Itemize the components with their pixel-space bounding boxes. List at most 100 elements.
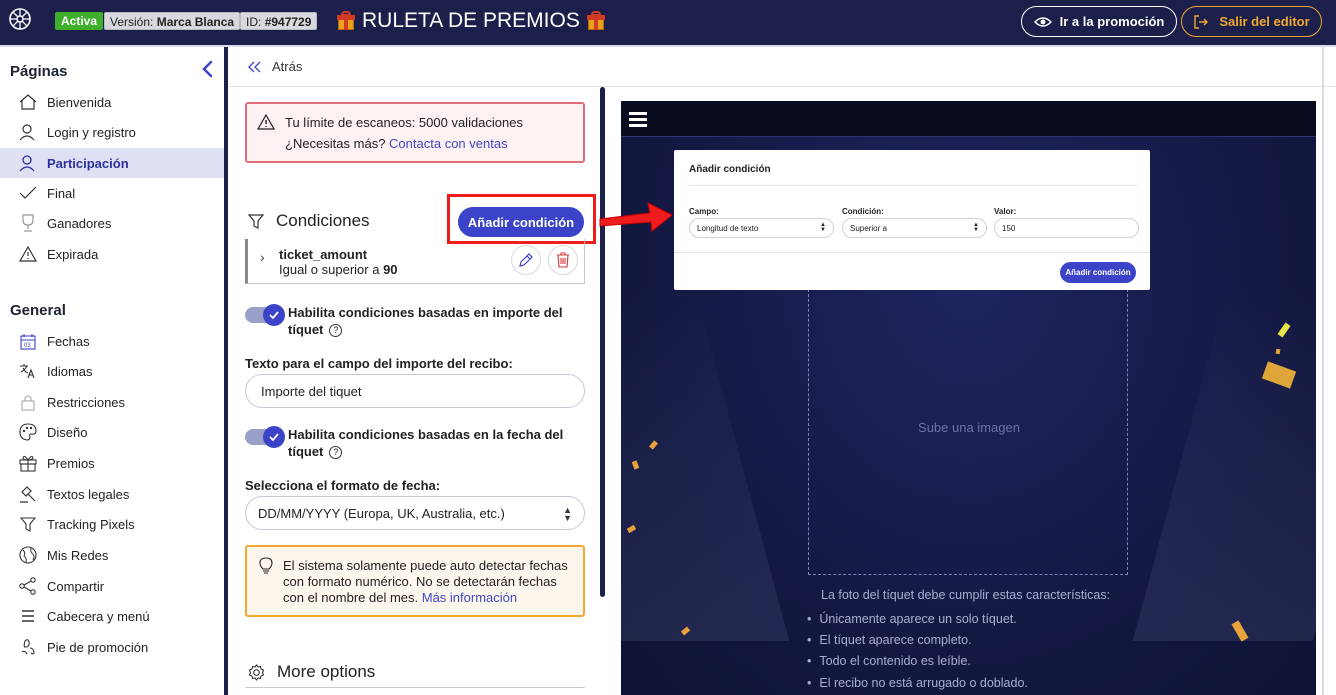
edit-condition-button[interactable]: [511, 245, 541, 275]
value-input[interactable]: 150: [994, 218, 1139, 238]
globe-icon: [18, 545, 38, 565]
hamburger-menu-icon[interactable]: [629, 112, 647, 127]
date-conditions-toggle[interactable]: [245, 426, 285, 448]
condition-row[interactable]: › ticket_amount Igual o superior a 90: [245, 239, 585, 284]
sidebar-item-final[interactable]: Final: [0, 178, 224, 208]
sidebar-item-textos-legales[interactable]: Textos legales: [0, 479, 224, 509]
add-condition-modal: Añadir condición Campo: Longitud de text…: [674, 150, 1150, 290]
id-badge: ID: #947729: [240, 12, 318, 30]
svg-text:03: 03: [24, 343, 31, 349]
gift-icon: [336, 11, 356, 31]
help-icon[interactable]: ?: [329, 446, 343, 460]
editor-panel: Atrás Tu límite de escaneos: 5000 valida…: [228, 47, 1336, 695]
amount-field-input[interactable]: Importe del tiquet: [245, 374, 585, 408]
date-detection-note: El sistema solamente puede auto detectar…: [245, 545, 585, 617]
sidebar-item-cabecera-menu[interactable]: Cabecera y menú: [0, 601, 224, 631]
alert-prefix: ¿Necesitas más?: [285, 136, 386, 151]
annotation-arrow: [599, 202, 673, 232]
sidebar-item-bienvenida[interactable]: Bienvenida: [0, 87, 224, 117]
delete-condition-button[interactable]: [548, 245, 578, 275]
collapse-sidebar-icon[interactable]: [200, 59, 216, 79]
sidebar-item-pie-promocion[interactable]: Pie de promoción: [0, 632, 224, 662]
sidebar-item-label: Fechas: [47, 333, 90, 349]
preview-header: [621, 101, 1316, 137]
share-icon: [18, 576, 38, 596]
lightbulb-icon: [259, 557, 273, 574]
exit-editor-button[interactable]: Salir del editor: [1181, 6, 1322, 37]
sidebar-item-label: Premios: [47, 455, 95, 471]
pencil-icon: [519, 253, 533, 267]
warning-icon: [18, 244, 38, 264]
sidebar-item-label: Restricciones: [47, 394, 126, 410]
spotlight-beam: [1132, 281, 1316, 641]
requirements-title: La foto del tíquet debe cumplir estas ca…: [821, 588, 1111, 602]
field-select[interactable]: Longitud de texto ▲ ▼: [689, 218, 834, 238]
condition-value: 90: [383, 262, 398, 277]
gavel-icon: [18, 484, 38, 504]
sidebar-item-diseno[interactable]: Diseño: [0, 417, 224, 447]
version-value: Marca Blanca: [156, 15, 235, 29]
trophy-icon: [18, 213, 38, 233]
sidebar-item-label: Final: [47, 185, 76, 201]
sidebar-item-fechas[interactable]: 03 Fechas: [0, 326, 224, 356]
top-bar: Activa Versión: Marca Blanca ID: #947729…: [0, 0, 1336, 47]
help-icon[interactable]: ?: [329, 324, 343, 338]
sidebar-item-label: Cabecera y menú: [47, 608, 150, 624]
amount-field-label: Texto para el campo del importe del reci…: [245, 356, 513, 371]
modal-add-condition-button[interactable]: Añadir condición: [1060, 262, 1136, 283]
conditions-heading: Condiciones: [248, 211, 370, 231]
sidebar-item-label: Diseño: [47, 424, 88, 440]
version-badge: Versión: Marca Blanca: [104, 12, 241, 30]
select-caret-icon: ▲ ▼: [563, 505, 572, 523]
more-options-section[interactable]: More options: [248, 662, 375, 682]
date-conditions-toggle-row: Habilita condiciones basadas en la fecha…: [245, 426, 590, 460]
highlight-box: Añadir condición: [447, 194, 596, 244]
amount-conditions-toggle[interactable]: [245, 304, 285, 326]
sidebar-item-premios[interactable]: Premios: [0, 448, 224, 478]
sidebar-item-idiomas[interactable]: Idiomas: [0, 356, 224, 386]
sidebar-item-compartir[interactable]: Compartir: [0, 571, 224, 601]
back-button[interactable]: Atrás: [248, 59, 302, 74]
sidebar-item-login[interactable]: Login y registro: [0, 117, 224, 147]
contact-sales-link[interactable]: Contacta con ventas: [389, 136, 508, 151]
filter-icon: [248, 214, 264, 229]
filter-icon: [18, 514, 38, 534]
field-label: Campo:: [689, 207, 719, 216]
go-to-promotion-label: Ir a la promoción: [1059, 14, 1165, 29]
check-icon: [18, 183, 38, 203]
warning-icon: [257, 114, 275, 130]
translate-icon: [18, 361, 38, 381]
sidebar-item-expirada[interactable]: Expirada: [0, 239, 224, 269]
chevron-right-icon[interactable]: ›: [260, 249, 265, 265]
user-icon: [18, 122, 38, 142]
menu-icon: [18, 606, 38, 626]
upload-prompt: Sube una imagen: [918, 420, 1020, 435]
modal-title: Añadir condición: [689, 164, 771, 175]
divider: [245, 687, 585, 688]
sidebar-item-restricciones[interactable]: Restricciones: [0, 387, 224, 417]
sidebar-item-label: Bienvenida: [47, 94, 112, 110]
roulette-logo-icon[interactable]: [9, 8, 31, 30]
image-upload-area[interactable]: Sube una imagen: [808, 289, 1128, 575]
condition-select[interactable]: Superior a ▲ ▼: [842, 218, 987, 238]
sidebar-item-label: Participación: [47, 155, 129, 171]
lock-icon: [18, 392, 38, 412]
value-label: Valor:: [994, 207, 1017, 216]
modal-divider: [674, 252, 1150, 253]
sidebar-item-ganadores[interactable]: Ganadores: [0, 208, 224, 238]
sidebar-item-participacion[interactable]: Participación: [0, 148, 224, 178]
go-to-promotion-button[interactable]: Ir a la promoción: [1021, 6, 1177, 37]
add-condition-button[interactable]: Añadir condición: [458, 207, 584, 237]
requirement-item: El recibo no está arrugado o doblado.: [807, 676, 1027, 690]
check-icon: [269, 433, 279, 441]
more-info-link[interactable]: Más información: [422, 590, 517, 605]
date-format-select[interactable]: DD/MM/YYYY (Europa, UK, Australia, etc.)…: [245, 496, 585, 530]
sidebar-item-mis-redes[interactable]: Mis Redes: [0, 540, 224, 570]
user-icon: [18, 153, 38, 173]
requirement-item: Únicamente aparece un solo tíquet.: [807, 612, 1016, 626]
window-edge: [1322, 47, 1324, 695]
general-heading: General: [10, 302, 66, 319]
more-options-label: More options: [277, 662, 376, 681]
sidebar-item-label: Textos legales: [47, 486, 130, 502]
sidebar-item-tracking-pixels[interactable]: Tracking Pixels: [0, 509, 224, 539]
